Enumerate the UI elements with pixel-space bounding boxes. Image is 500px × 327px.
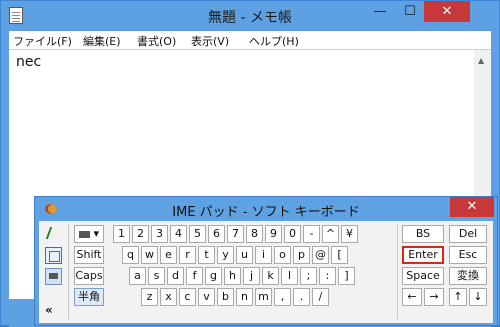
key-h[interactable]: h: [224, 267, 241, 285]
divider: [397, 223, 398, 319]
menu-view[interactable]: 表示(V): [191, 33, 229, 49]
key-o[interactable]: o: [274, 246, 291, 264]
divider: [68, 223, 69, 319]
key-x[interactable]: x: [160, 288, 177, 306]
dropdown-arrow-icon: ▾: [93, 227, 100, 240]
key-minus[interactable]: -: [303, 225, 320, 243]
character-list-icon[interactable]: [45, 247, 62, 264]
soft-keyboard-icon[interactable]: [45, 268, 62, 285]
scroll-up-icon[interactable]: ▲: [478, 56, 484, 65]
key-comma[interactable]: ,: [274, 288, 291, 306]
key-colon[interactable]: :: [319, 267, 336, 285]
key-q[interactable]: q: [122, 246, 139, 264]
key-z[interactable]: z: [141, 288, 158, 306]
arrow-right-key[interactable]: →: [424, 288, 444, 306]
backspace-key[interactable]: BS: [402, 225, 444, 243]
key-slash[interactable]: /: [312, 288, 329, 306]
henkan-key[interactable]: 変換: [449, 267, 487, 285]
menu-bar: ファイル(F) 編集(E) 書式(O) 表示(V) ヘルプ(H): [9, 31, 491, 49]
notepad-title-bar[interactable]: 無題 - メモ帳 — ☐ ✕: [1, 1, 499, 31]
key-k[interactable]: k: [262, 267, 279, 285]
keyboard-mode-button[interactable]: ▾: [74, 225, 104, 243]
key-0[interactable]: 0: [284, 225, 301, 243]
key-6[interactable]: 6: [208, 225, 225, 243]
ime-pad-title: IME パッド - ソフト キーボード: [172, 205, 360, 220]
key-j[interactable]: j: [243, 267, 260, 285]
key-7[interactable]: 7: [227, 225, 244, 243]
editor-text: nec: [16, 54, 42, 70]
arrow-left-key[interactable]: ←: [402, 288, 422, 306]
key-1[interactable]: 1: [113, 225, 130, 243]
menu-file[interactable]: ファイル(F): [13, 33, 72, 49]
key-at[interactable]: @: [312, 246, 329, 264]
ime-pad-body: « ▾ Shift Caps 半角 1 2 3 4 5 6 7 8 9 0 - …: [39, 221, 493, 323]
key-w[interactable]: w: [141, 246, 158, 264]
minimize-button[interactable]: —: [366, 1, 394, 22]
hankaku-key[interactable]: 半角: [74, 288, 104, 306]
close-button[interactable]: ✕: [424, 1, 470, 22]
key-n[interactable]: n: [236, 288, 253, 306]
arrow-down-key[interactable]: ↓: [469, 288, 487, 306]
key-a[interactable]: a: [129, 267, 146, 285]
maximize-button[interactable]: ☐: [396, 1, 424, 22]
key-d[interactable]: d: [167, 267, 184, 285]
delete-key[interactable]: Del: [449, 225, 487, 243]
keyboard-icon: [78, 230, 90, 238]
key-u[interactable]: u: [236, 246, 253, 264]
key-m[interactable]: m: [255, 288, 272, 306]
key-caret[interactable]: ^: [322, 225, 339, 243]
key-5[interactable]: 5: [189, 225, 206, 243]
key-b[interactable]: b: [217, 288, 234, 306]
ime-pad-window: IME パッド - ソフト キーボード ✕ « ▾ Shift Caps 半角 …: [34, 196, 498, 326]
key-left-bracket[interactable]: [: [331, 246, 348, 264]
key-f[interactable]: f: [186, 267, 203, 285]
key-r[interactable]: r: [179, 246, 196, 264]
caps-key[interactable]: Caps: [74, 267, 104, 285]
key-yen[interactable]: ¥: [341, 225, 358, 243]
enter-key[interactable]: Enter: [402, 246, 444, 264]
key-v[interactable]: v: [198, 288, 215, 306]
space-key[interactable]: Space: [402, 267, 444, 285]
menu-help[interactable]: ヘルプ(H): [249, 33, 299, 49]
menu-edit[interactable]: 編集(E): [83, 33, 121, 49]
collapse-chevron-icon[interactable]: «: [45, 303, 53, 317]
key-e[interactable]: e: [160, 246, 177, 264]
key-l[interactable]: l: [281, 267, 298, 285]
key-4[interactable]: 4: [170, 225, 187, 243]
key-period[interactable]: .: [293, 288, 310, 306]
key-s[interactable]: s: [148, 267, 165, 285]
key-g[interactable]: g: [205, 267, 222, 285]
key-3[interactable]: 3: [151, 225, 168, 243]
key-8[interactable]: 8: [246, 225, 263, 243]
handwriting-icon[interactable]: [45, 225, 62, 242]
shift-key[interactable]: Shift: [74, 246, 104, 264]
key-y[interactable]: y: [217, 246, 234, 264]
menu-format[interactable]: 書式(O): [137, 33, 176, 49]
key-t[interactable]: t: [198, 246, 215, 264]
key-semicolon[interactable]: ;: [300, 267, 317, 285]
escape-key[interactable]: Esc: [449, 246, 487, 264]
key-9[interactable]: 9: [265, 225, 282, 243]
key-i[interactable]: i: [255, 246, 272, 264]
key-right-bracket[interactable]: ]: [338, 267, 355, 285]
key-c[interactable]: c: [179, 288, 196, 306]
key-2[interactable]: 2: [132, 225, 149, 243]
ime-close-button[interactable]: ✕: [450, 197, 494, 217]
arrow-up-key[interactable]: ↑: [449, 288, 467, 306]
key-p[interactable]: p: [293, 246, 310, 264]
